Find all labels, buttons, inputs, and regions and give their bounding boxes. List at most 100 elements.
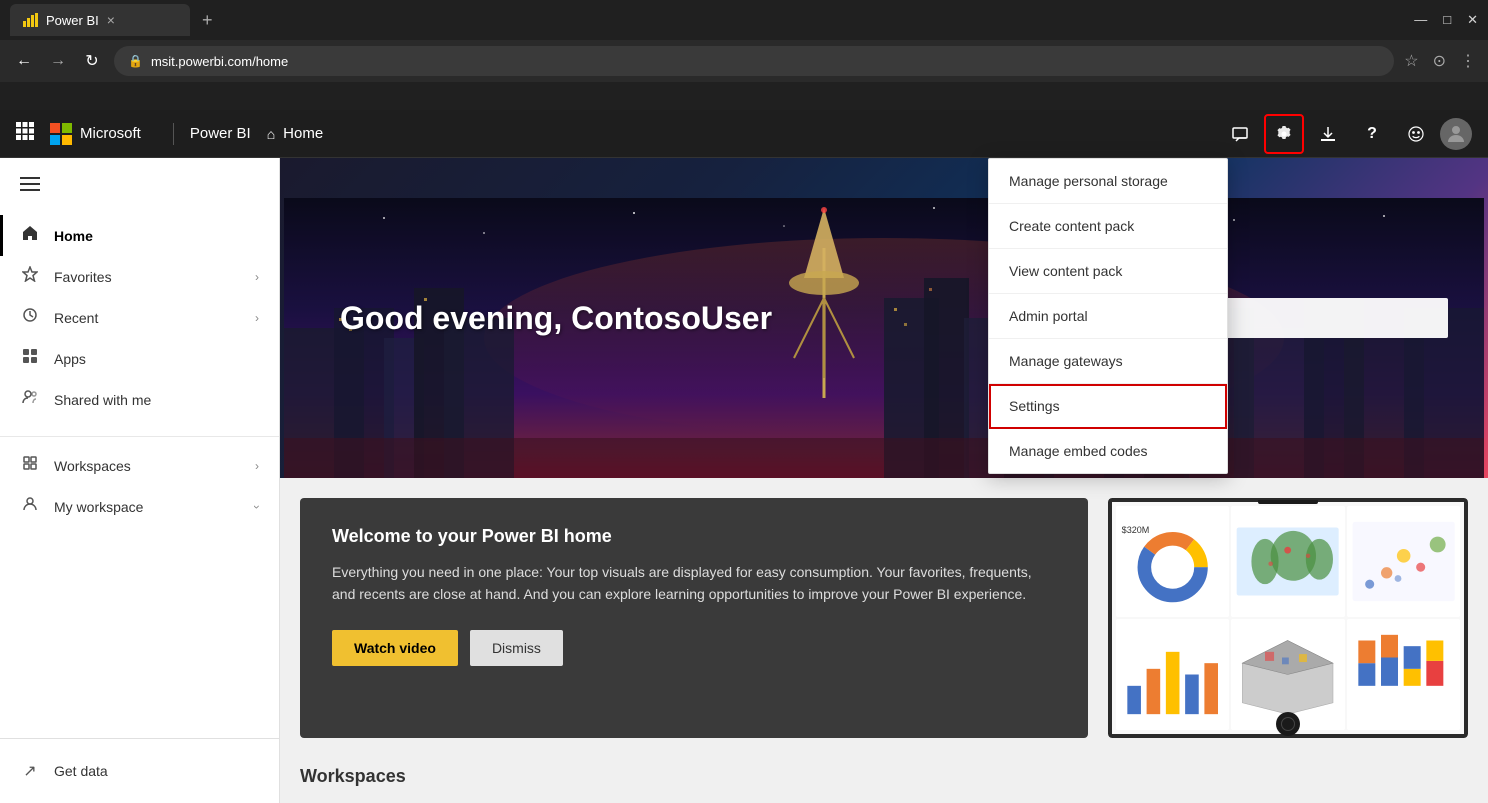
brand-divider <box>173 123 174 145</box>
home-icon <box>20 225 40 246</box>
powerbi-favicon <box>22 12 38 28</box>
dashboard-preview: $320M <box>1108 498 1468 738</box>
app-bar-actions: ? <box>1220 114 1472 154</box>
shared-icon <box>20 389 40 410</box>
welcome-title: Welcome to your Power BI home <box>332 526 1056 547</box>
myworkspace-chevron-icon: › <box>250 505 264 509</box>
window-maximize-button[interactable]: □ <box>1443 12 1451 28</box>
dropdown-item-create-content[interactable]: Create content pack <box>989 204 1227 249</box>
browser-tab[interactable]: Power BI × <box>10 4 190 36</box>
dropdown-item-manage-gateways[interactable]: Manage gateways <box>989 339 1227 384</box>
sidebar-home-label: Home <box>54 228 259 244</box>
workspaces-icon <box>20 455 40 476</box>
new-tab-button[interactable]: + <box>202 10 213 31</box>
sidebar-item-myworkspace[interactable]: My workspace › <box>0 486 279 527</box>
settings-button[interactable] <box>1264 114 1304 154</box>
brand-name: Microsoft <box>80 125 141 142</box>
dropdown-item-admin-portal[interactable]: Admin portal <box>989 294 1227 339</box>
hero-greeting: Good evening, ContosoUser <box>340 300 772 337</box>
page-breadcrumb: ⌂ Home <box>267 125 323 142</box>
window-controls: — □ ✕ <box>1414 12 1478 28</box>
mini-chart-3 <box>1347 506 1460 617</box>
app-title: Power BI <box>190 125 251 142</box>
sidebar-recent-label: Recent <box>54 310 241 326</box>
favorites-chevron-icon: › <box>255 270 259 284</box>
sidebar-toggle-button[interactable] <box>0 158 279 215</box>
main-layout: Home Favorites › Recent › <box>0 158 1488 803</box>
sidebar-favorites-label: Favorites <box>54 269 241 285</box>
welcome-body: Everything you need in one place: Your t… <box>332 561 1056 606</box>
nav-refresh-button[interactable]: ↻ <box>80 51 104 71</box>
favorites-icon <box>20 266 40 287</box>
watch-video-button[interactable]: Watch video <box>332 630 458 666</box>
user-avatar[interactable] <box>1440 118 1472 150</box>
dropdown-item-view-content[interactable]: View content pack <box>989 249 1227 294</box>
hero-text: Good evening, ContosoUser <box>280 300 832 337</box>
welcome-section: Welcome to your Power BI home Everything… <box>280 478 1488 738</box>
tab-close-button[interactable]: × <box>107 12 115 28</box>
sidebar-myworkspace-label: My workspace <box>54 499 241 515</box>
sidebar-workspaces-label: Workspaces <box>54 458 241 474</box>
mini-chart-6 <box>1347 619 1460 730</box>
sidebar-divider <box>0 436 279 437</box>
sidebar-item-home[interactable]: Home <box>0 215 279 256</box>
app-bar: Microsoft Power BI ⌂ Home ? <box>0 110 1488 158</box>
mini-dashboard-grid: $320M <box>1108 498 1468 738</box>
mini-chart-1: $320M <box>1116 506 1229 617</box>
dropdown-item-manage-storage[interactable]: Manage personal storage <box>989 159 1227 204</box>
workspaces-chevron-icon: › <box>255 459 259 473</box>
feedback-button[interactable] <box>1220 114 1260 154</box>
sidebar-item-getdata[interactable]: ↗ Get data <box>0 751 279 791</box>
tab-title: Power BI <box>46 13 99 28</box>
title-bar: Power BI × + — □ ✕ <box>0 0 1488 40</box>
nav-forward-button[interactable]: → <box>46 52 70 70</box>
mini-chart-4 <box>1116 619 1229 730</box>
help-button[interactable]: ? <box>1352 114 1392 154</box>
sidebar-section-gap <box>0 420 279 428</box>
welcome-card: Welcome to your Power BI home Everything… <box>300 498 1088 738</box>
waffle-menu-icon[interactable] <box>16 122 34 145</box>
app-name: Power BI <box>190 125 251 142</box>
microsoft-logo <box>50 123 72 145</box>
sidebar-item-apps[interactable]: Apps <box>0 338 279 379</box>
tablet-home-btn <box>1276 712 1300 736</box>
hero-banner: Good evening, ContosoUser <box>280 158 1488 478</box>
window-close-button[interactable]: ✕ <box>1467 12 1478 28</box>
svg-text:$320M: $320M <box>1122 525 1150 535</box>
sidebar: Home Favorites › Recent › <box>0 158 280 803</box>
tablet-topbar <box>1258 500 1318 504</box>
bookmark-icon[interactable]: ☆ <box>1404 51 1418 71</box>
address-bar: ← → ↻ 🔒 msit.powerbi.com/home ☆ ⊙ ⋮ <box>0 40 1488 82</box>
myworkspace-icon <box>20 496 40 517</box>
mini-chart-2 <box>1231 506 1344 617</box>
settings-dropdown: Manage personal storage Create content p… <box>988 158 1228 474</box>
sidebar-getdata-label: Get data <box>54 763 259 779</box>
sidebar-item-workspaces[interactable]: Workspaces › <box>0 445 279 486</box>
download-button[interactable] <box>1308 114 1348 154</box>
page-title: Home <box>283 125 323 142</box>
sidebar-item-recent[interactable]: Recent › <box>0 297 279 338</box>
url-text: msit.powerbi.com/home <box>151 54 288 69</box>
cityscape-svg <box>280 198 1488 478</box>
dropdown-item-settings[interactable]: Settings <box>989 384 1227 429</box>
window-minimize-button[interactable]: — <box>1414 12 1427 28</box>
more-options-icon[interactable]: ⋮ <box>1460 51 1476 71</box>
sidebar-item-shared[interactable]: Shared with me <box>0 379 279 420</box>
face-icon[interactable] <box>1396 114 1436 154</box>
sidebar-item-favorites[interactable]: Favorites › <box>0 256 279 297</box>
content-area: Good evening, ContosoUser Welcome to you… <box>280 158 1488 803</box>
sidebar-shared-label: Shared with me <box>54 392 259 408</box>
recent-icon <box>20 307 40 328</box>
sidebar-bottom: ↗ Get data <box>0 738 279 803</box>
recent-chevron-icon: › <box>255 311 259 325</box>
dropdown-item-manage-embed[interactable]: Manage embed codes <box>989 429 1227 473</box>
welcome-buttons: Watch video Dismiss <box>332 630 1056 666</box>
lock-icon: 🔒 <box>128 54 143 68</box>
dismiss-button[interactable]: Dismiss <box>470 630 563 666</box>
address-actions: ☆ ⊙ ⋮ <box>1404 51 1476 71</box>
sidebar-apps-label: Apps <box>54 351 259 367</box>
nav-back-button[interactable]: ← <box>12 52 36 70</box>
profile-icon[interactable]: ⊙ <box>1433 51 1446 71</box>
url-bar[interactable]: 🔒 msit.powerbi.com/home <box>114 46 1394 76</box>
getdata-icon: ↗ <box>20 761 40 781</box>
